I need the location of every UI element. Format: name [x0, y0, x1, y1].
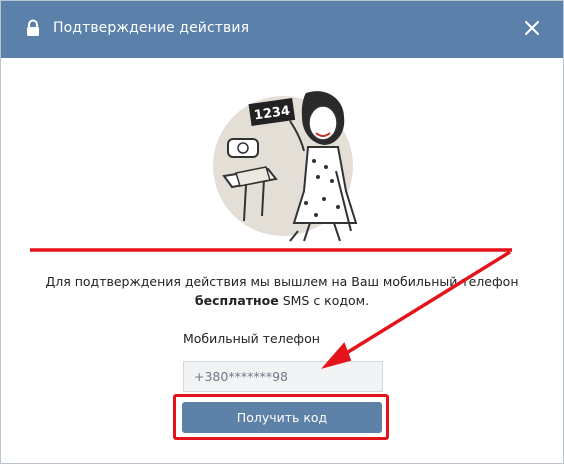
- lock-icon: [27, 19, 39, 36]
- dialog-header: Подтверждение действия: [1, 1, 563, 58]
- description-rest: SMS с кодом.: [278, 293, 370, 308]
- sms-description: Для подтверждения действия мы вышлем на …: [21, 272, 543, 310]
- confirm-dialog: Подтверждение действия 1234 Для подтверж…: [0, 0, 564, 464]
- dialog-title: Подтверждение действия: [53, 20, 250, 36]
- phone-field[interactable]: [183, 361, 383, 392]
- sms-illustration: 1234: [213, 91, 358, 242]
- close-icon[interactable]: [521, 17, 543, 39]
- phone-label: Мобильный телефон: [183, 331, 320, 346]
- description-free: бесплатное: [194, 293, 279, 308]
- get-code-button[interactable]: Получить код: [182, 402, 382, 433]
- description-line1: Для подтверждения действия мы вышлем на …: [45, 274, 519, 289]
